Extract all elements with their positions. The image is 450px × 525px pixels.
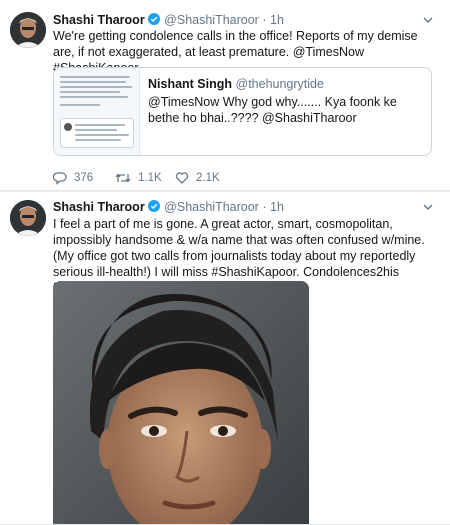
like-count: 2.1K — [196, 172, 220, 184]
quoted-tweet-header: Nishant Singh @thehungrytide — [148, 76, 324, 92]
tweet-timestamp[interactable]: 1h — [270, 200, 284, 214]
avatar[interactable] — [10, 12, 46, 48]
separator-dot: · — [262, 200, 267, 214]
tweet-header: Shashi Tharoor @ShashiTharoor · 1h — [53, 12, 420, 28]
tweet-timestamp[interactable]: 1h — [270, 13, 284, 27]
quoted-author-name[interactable]: Nishant Singh — [148, 77, 232, 91]
reply-icon — [53, 172, 67, 185]
avatar-image — [10, 12, 46, 48]
tweet-header: Shashi Tharoor @ShashiTharoor · 1h — [53, 199, 420, 215]
tweet-card[interactable]: Shashi Tharoor @ShashiTharoor · 1h We're… — [0, 0, 450, 191]
reply-count: 376 — [74, 172, 94, 184]
separator-dot: · — [262, 13, 267, 27]
quoted-author-handle[interactable]: @thehungrytide — [236, 77, 324, 91]
quoted-tweet[interactable]: Nishant Singh @thehungrytide @TimesNow W… — [53, 67, 432, 156]
author-name[interactable]: Shashi Tharoor — [53, 13, 145, 27]
chevron-down-icon[interactable] — [422, 14, 434, 26]
heart-icon — [175, 172, 189, 184]
author-handle[interactable]: @ShashiTharoor — [164, 200, 259, 214]
portrait-image — [53, 281, 309, 524]
quoted-tweet-text: @TimesNow Why god why....... Kya foonk k… — [148, 95, 397, 125]
quoted-tweet-thumbnail — [54, 68, 140, 155]
reply-button[interactable]: 376 — [53, 170, 93, 186]
tweet-photo[interactable] — [53, 281, 309, 524]
avatar[interactable] — [10, 200, 46, 236]
verified-badge-icon — [147, 200, 160, 212]
author-handle[interactable]: @ShashiTharoor — [164, 13, 259, 27]
like-button[interactable]: 2.1K — [175, 170, 220, 186]
avatar-image — [10, 200, 46, 236]
chevron-down-icon[interactable] — [422, 201, 434, 213]
tweet-card[interactable]: Shashi Tharoor @ShashiTharoor · 1h I fee… — [0, 192, 450, 525]
retweet-button[interactable]: 1.1K — [115, 170, 162, 186]
verified-badge-icon — [147, 13, 160, 25]
retweet-count: 1.1K — [138, 172, 162, 184]
retweet-icon — [115, 173, 131, 183]
author-name[interactable]: Shashi Tharoor — [53, 200, 145, 214]
